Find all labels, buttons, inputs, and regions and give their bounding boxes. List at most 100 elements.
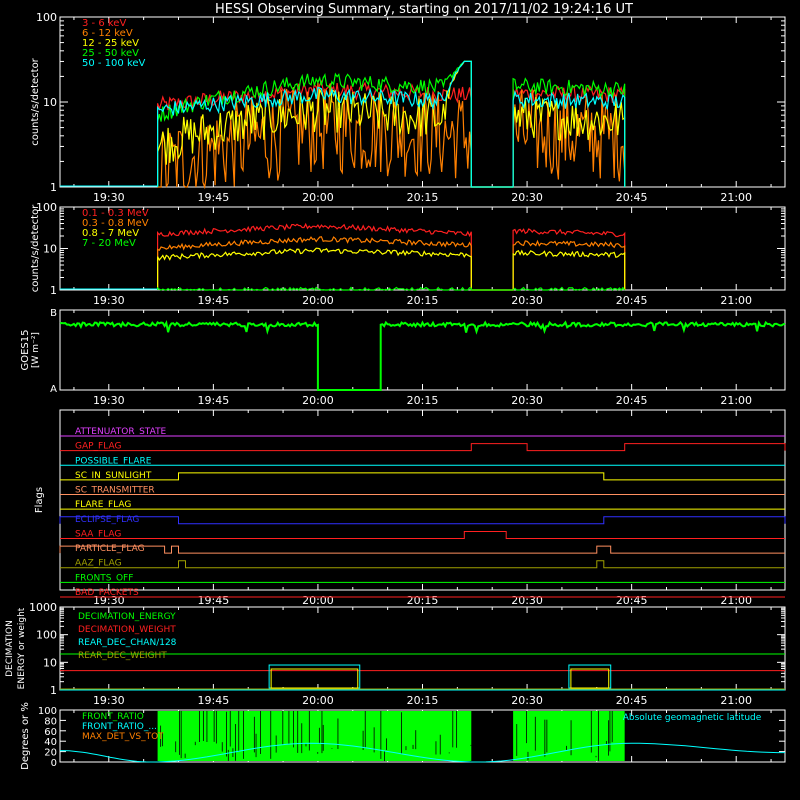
series-line-1 (157, 236, 626, 291)
flag-line-3 (60, 472, 785, 481)
y-tick-label: 0 (51, 758, 57, 769)
flag-label: PARTICLE_FLAG (75, 544, 145, 554)
y-tick-label: 1000 (29, 601, 57, 614)
x-tick-label: 20:00 (302, 694, 334, 707)
y-axis-label: counts/s/detector (30, 204, 41, 292)
front-ratio-block (157, 711, 472, 761)
x-tick-label: 20:30 (511, 191, 543, 204)
flag-label: ECLIPSE_FLAG (75, 515, 139, 525)
y-tick-label: 100 (36, 629, 57, 642)
chart-title: HESSI Observing Summary, starting on 201… (215, 2, 633, 17)
flag-label: AAZ_FLAG (75, 559, 122, 569)
x-tick-label: 20:45 (616, 394, 648, 407)
y-tick-label: 60 (44, 727, 57, 738)
flag-label: SAA_FLAG (75, 529, 121, 539)
x-tick-label: 21:00 (720, 594, 752, 607)
y-axis-label: counts/s/detector (30, 57, 41, 145)
x-tick-label: 19:45 (198, 191, 230, 204)
y-axis-label: Flags (34, 487, 45, 513)
x-tick-label: 20:30 (511, 294, 543, 307)
x-tick-label: 20:15 (407, 694, 439, 707)
x-tick-label: 20:00 (302, 191, 334, 204)
flag-label: FRONTS_OFF (75, 573, 133, 583)
x-tick-label: 19:45 (198, 394, 230, 407)
legend-label: DECIMATION_WEIGHT (78, 625, 176, 635)
x-tick-label: 21:00 (720, 191, 752, 204)
y-tick-label: A (50, 384, 57, 395)
y-tick-label: 1 (50, 284, 57, 297)
legend-label: FRONT_RATIO (82, 712, 144, 722)
rear-decimation-box (570, 668, 610, 689)
legend-label: REAR_DEC_WEIGHT (78, 651, 167, 661)
series-line-2 (157, 247, 626, 291)
x-tick-label: 19:30 (93, 294, 125, 307)
rear-decimation-box (268, 664, 361, 689)
x-tick-label: 20:45 (616, 694, 648, 707)
flag-line-6 (59, 516, 786, 525)
legend-label: FRONT_RATIO_... (82, 722, 157, 732)
x-tick-label: 20:30 (511, 394, 543, 407)
legend-label: 50 - 100 keV (82, 58, 146, 69)
y-tick-label: 100 (36, 11, 57, 24)
x-tick-label: 21:00 (720, 294, 752, 307)
x-tick-label: 20:15 (407, 394, 439, 407)
series-line-0 (157, 222, 626, 291)
x-tick-label: 19:30 (93, 191, 125, 204)
flag-label: SC_TRANSMITTER (75, 486, 155, 496)
x-tick-label: 20:30 (511, 694, 543, 707)
legend-label: 7 - 20 MeV (82, 238, 136, 249)
legend-label: MAX_DET_VS_TOT (82, 732, 164, 742)
y-tick-label: 20 (44, 748, 57, 759)
x-tick-label: 21:00 (720, 394, 752, 407)
legend-label: DECIMATION_ENERGY (78, 612, 176, 622)
y-tick-label: 80 (44, 716, 57, 727)
y-axis-unit: [W m⁻²] (31, 332, 41, 368)
panel-frame (59, 206, 786, 291)
flag-line-9 (60, 560, 785, 569)
x-tick-label: 20:30 (511, 594, 543, 607)
front-ratio-block (513, 711, 625, 761)
flag-label: GAP_FLAG (75, 442, 121, 452)
x-tick-label: 19:30 (93, 694, 125, 707)
rear-decimation-box (270, 668, 359, 689)
flag-label: BAD_PACKETS (75, 588, 139, 598)
flag-label: ATTENUATOR_STATE (75, 427, 167, 437)
x-tick-label: 19:30 (93, 394, 125, 407)
y-tick-label: 1 (50, 181, 57, 194)
flag-line-7 (60, 530, 785, 539)
x-tick-label: 20:00 (302, 594, 334, 607)
x-tick-label: 20:15 (407, 191, 439, 204)
x-tick-label: 20:15 (407, 594, 439, 607)
x-tick-label: 19:45 (198, 294, 230, 307)
y-tick-label: 1 (50, 684, 57, 697)
x-tick-label: 20:15 (407, 294, 439, 307)
rear-decimation-box (568, 664, 612, 689)
goes-series-line (59, 319, 786, 391)
flag-line-8 (59, 545, 785, 554)
chart-canvas: HESSI Observing Summary, starting on 201… (5, 2, 786, 770)
hessi-summary-figure: HESSI Observing Summary, starting on 201… (0, 0, 800, 800)
y-tick-label: 10 (43, 96, 57, 109)
legend-label: Absolute geomagnetic latitude (623, 713, 762, 723)
x-tick-label: 19:45 (198, 694, 230, 707)
x-tick-label: 20:00 (302, 294, 334, 307)
flag-label: FLARE_FLAG (75, 500, 131, 510)
y-tick-label: 10 (43, 243, 57, 256)
y-axis-label: Degrees or % (20, 702, 31, 770)
y-axis-label: ENERGY or weight (17, 607, 27, 689)
y-tick-label: 40 (44, 737, 57, 748)
x-tick-label: 20:45 (616, 191, 648, 204)
legend-label: REAR_DEC_CHAN/128 (78, 638, 177, 648)
flag-line-1 (60, 443, 786, 452)
x-tick-label: 20:45 (616, 594, 648, 607)
x-tick-label: 20:00 (302, 394, 334, 407)
y-axis-label: DECIMATION (5, 620, 15, 677)
y-tick-label: B (50, 308, 57, 319)
y-tick-label: 100 (38, 706, 57, 717)
y-tick-label: 10 (43, 656, 57, 669)
x-tick-label: 21:00 (720, 694, 752, 707)
flag-label: POSSIBLE_FLARE (75, 456, 152, 466)
y-axis-label: GOES15 (20, 329, 31, 370)
flag-label: SC_IN_SUNLIGHT (75, 471, 152, 481)
x-tick-label: 19:45 (198, 594, 230, 607)
